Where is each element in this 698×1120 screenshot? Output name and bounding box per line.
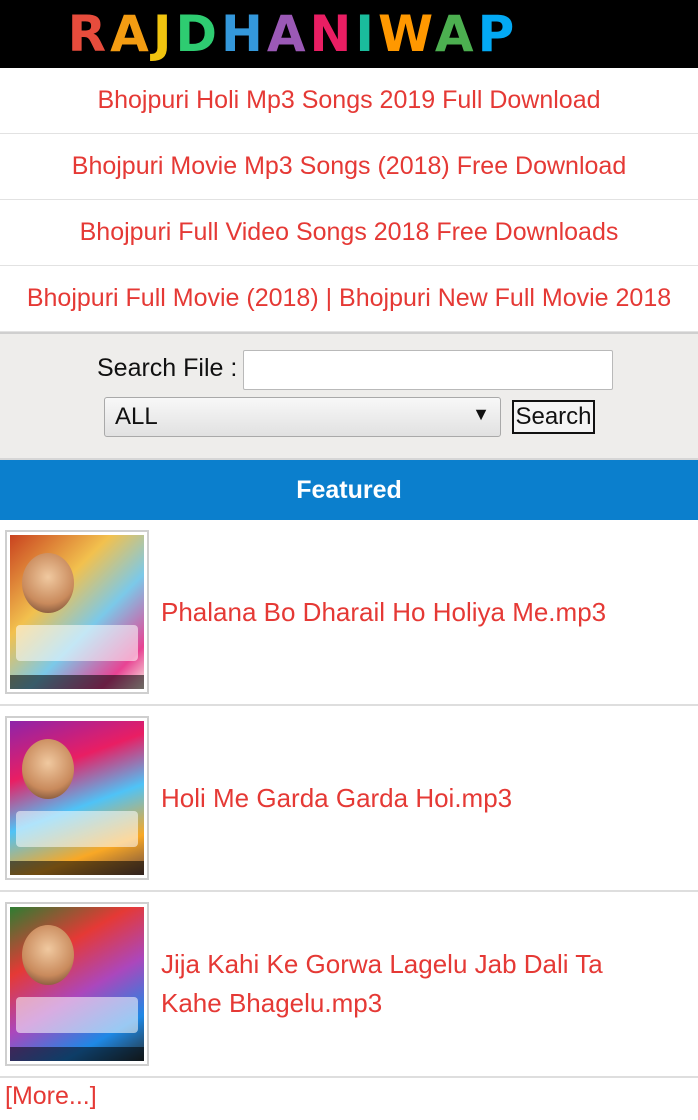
search-button[interactable]: Search	[512, 400, 595, 434]
logo-letter: D	[175, 5, 221, 63]
site-logo[interactable]: RAJDHANIWAP.com	[68, 9, 631, 59]
more-link[interactable]: [More...]	[5, 1082, 698, 1111]
search-label: Search File :	[97, 354, 238, 382]
featured-item[interactable]: Jija Kahi Ke Gorwa Lagelu Jab Dali Ta Ka…	[0, 892, 698, 1078]
logo-letters: RAJDHANIWAP	[68, 5, 519, 63]
featured-item[interactable]: Phalana Bo Dharail Ho Holiya Me.mp3	[0, 520, 698, 706]
featured-list: Phalana Bo Dharail Ho Holiya Me.mp3 Holi…	[0, 520, 698, 1078]
category-select-value: ALL	[115, 403, 158, 430]
logo-letter: A	[434, 5, 478, 63]
featured-header: Featured	[0, 460, 698, 520]
category-link-full-movie[interactable]: Bhojpuri Full Movie (2018) | Bhojpuri Ne…	[0, 266, 698, 332]
logo-letter: I	[355, 5, 379, 63]
song-thumbnail[interactable]	[5, 716, 149, 880]
featured-item[interactable]: Holi Me Garda Garda Hoi.mp3	[0, 706, 698, 892]
featured-item-title[interactable]: Jija Kahi Ke Gorwa Lagelu Jab Dali Ta Ka…	[161, 945, 698, 1023]
song-thumbnail[interactable]	[5, 530, 149, 694]
song-thumbnail[interactable]	[5, 902, 149, 1066]
category-select[interactable]: ALL ▼	[104, 397, 501, 437]
logo-suffix: .com	[518, 15, 631, 61]
logo-letter: W	[378, 5, 435, 63]
featured-item-title[interactable]: Holi Me Garda Garda Hoi.mp3	[161, 779, 542, 818]
album-art-image	[10, 721, 144, 875]
search-panel: Search File : ALL ▼ Search	[0, 332, 698, 460]
dropdown-arrow-icon: ▼	[472, 404, 490, 424]
category-link-holi-songs[interactable]: Bhojpuri Holi Mp3 Songs 2019 Full Downlo…	[0, 68, 698, 134]
site-header: RAJDHANIWAP.com	[0, 0, 698, 68]
category-link-movie-songs[interactable]: Bhojpuri Movie Mp3 Songs (2018) Free Dow…	[0, 134, 698, 200]
album-art-image	[10, 907, 144, 1061]
logo-letter: N	[309, 5, 356, 63]
logo-letter: R	[67, 5, 111, 63]
album-art-image	[10, 535, 144, 689]
logo-letter: J	[152, 5, 176, 63]
logo-letter: P	[477, 5, 519, 63]
category-link-video-songs[interactable]: Bhojpuri Full Video Songs 2018 Free Down…	[0, 200, 698, 266]
logo-letter: H	[220, 5, 267, 63]
logo-letter: A	[266, 5, 310, 63]
search-input[interactable]	[243, 350, 613, 390]
logo-letter: A	[110, 5, 153, 63]
featured-item-title[interactable]: Phalana Bo Dharail Ho Holiya Me.mp3	[161, 593, 636, 632]
category-links: Bhojpuri Holi Mp3 Songs 2019 Full Downlo…	[0, 68, 698, 332]
